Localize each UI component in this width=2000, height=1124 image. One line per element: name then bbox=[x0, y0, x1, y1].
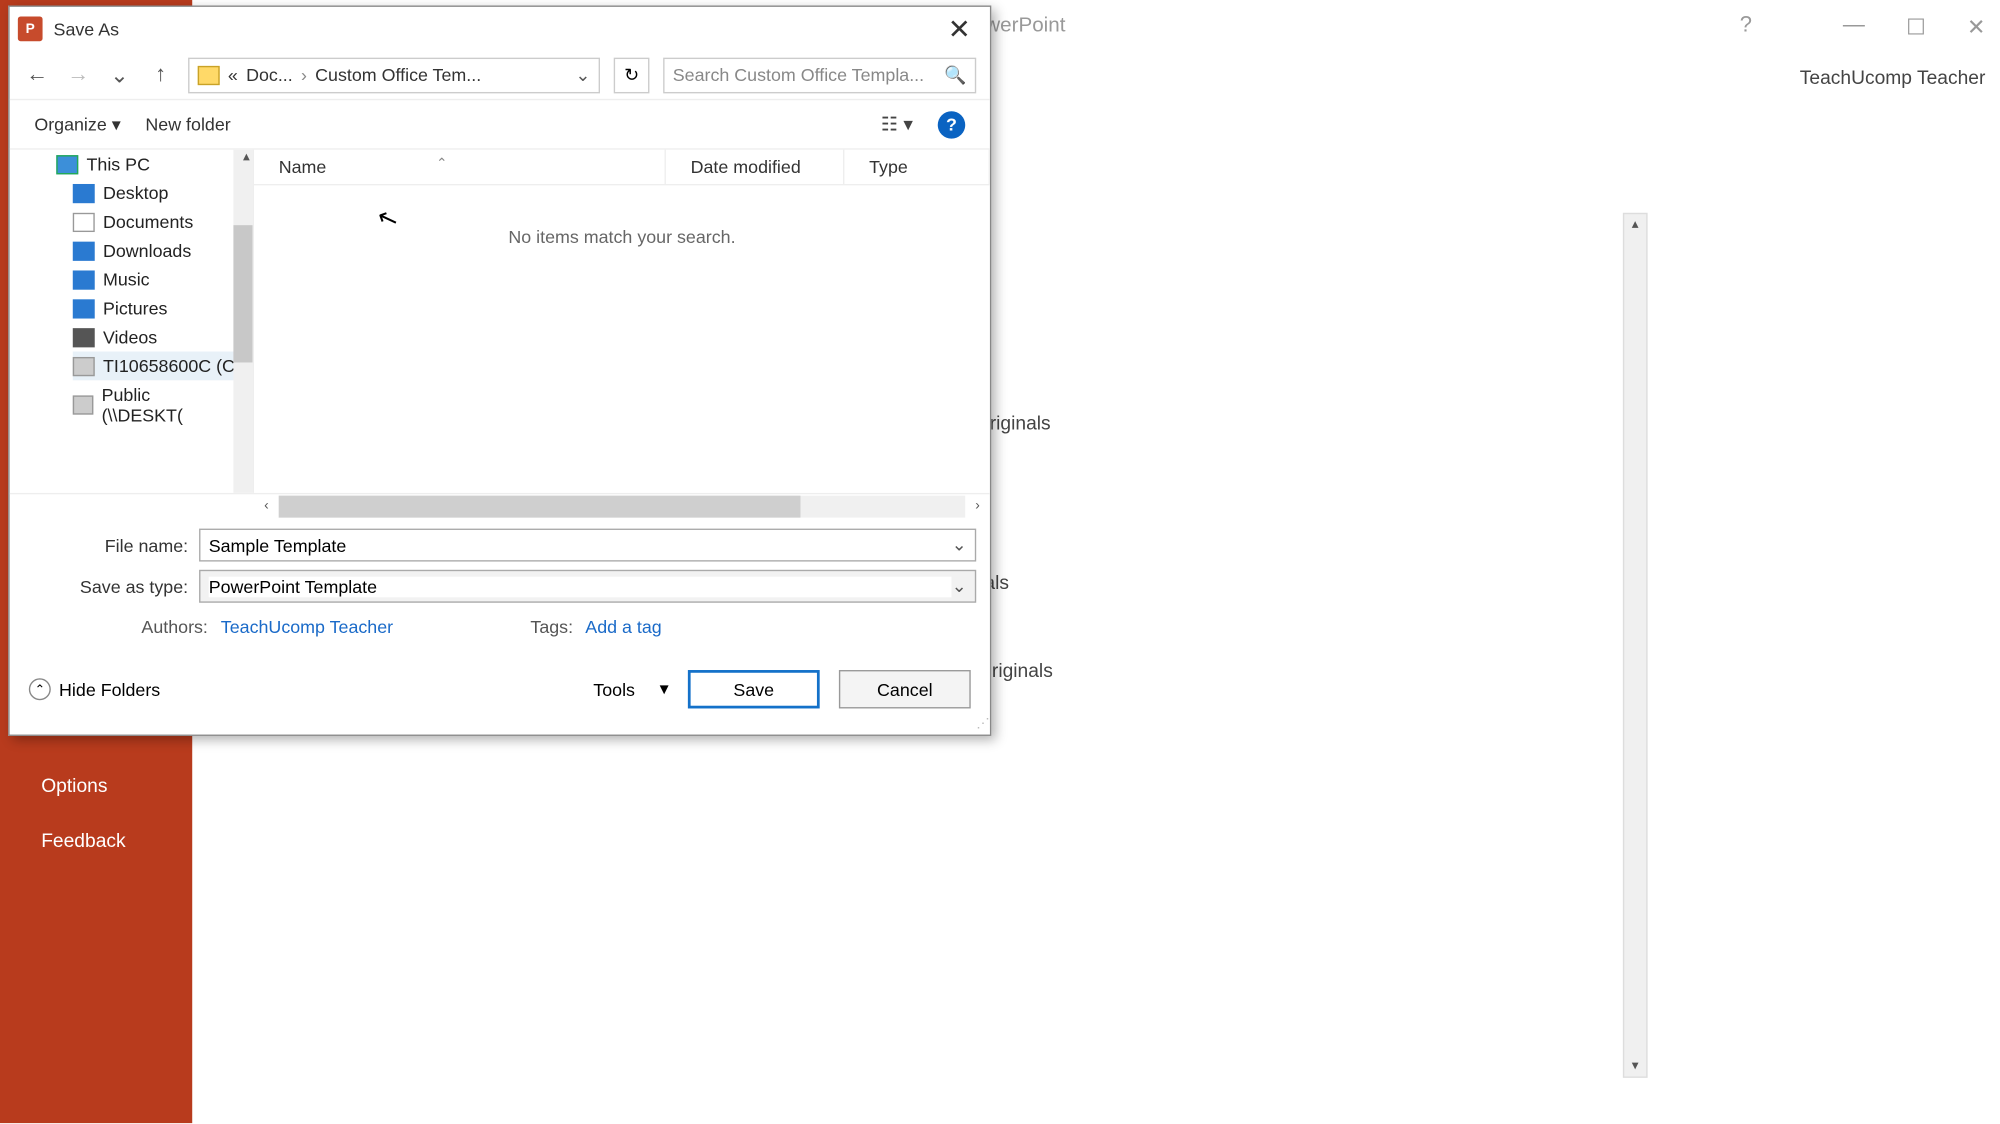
address-crumb-2[interactable]: Custom Office Tem... bbox=[315, 65, 481, 86]
tree-videos[interactable]: Videos bbox=[73, 323, 253, 352]
tools-menu[interactable]: Tools ▾ bbox=[593, 678, 668, 700]
chevron-up-icon: ⌃ bbox=[29, 678, 51, 700]
tags-value[interactable]: Add a tag bbox=[585, 616, 661, 637]
dialog-title: Save As bbox=[54, 19, 119, 40]
tree-music[interactable]: Music bbox=[73, 265, 253, 294]
folder-icon bbox=[198, 65, 220, 84]
minimize-button[interactable]: — bbox=[1843, 14, 1865, 41]
list-hscrollbar[interactable]: ‹ › bbox=[10, 493, 990, 518]
search-box[interactable]: Search Custom Office Templa... 🔍 bbox=[663, 57, 976, 93]
hide-folders-button[interactable]: ⌃ Hide Folders bbox=[29, 678, 160, 700]
maximize-button[interactable]: ☐ bbox=[1906, 14, 1926, 41]
hscroll-thumb[interactable] bbox=[279, 495, 801, 517]
savetype-select[interactable]: ⌄ bbox=[199, 570, 976, 603]
address-dropdown[interactable]: ⌄ bbox=[575, 64, 590, 86]
nav-back-button[interactable]: ← bbox=[23, 62, 50, 87]
address-bar[interactable]: « Doc... › Custom Office Tem... ⌄ bbox=[188, 57, 600, 93]
savetype-label: Save as type: bbox=[65, 576, 200, 597]
tree-drive-c[interactable]: TI10658600C (C:) bbox=[73, 351, 253, 380]
cancel-button[interactable]: Cancel bbox=[839, 670, 971, 708]
tree-scrollbar[interactable] bbox=[233, 150, 252, 493]
filename-label: File name: bbox=[65, 535, 200, 556]
nav-up-button[interactable]: ↑ bbox=[147, 62, 174, 87]
tree-downloads[interactable]: Downloads bbox=[73, 236, 253, 265]
new-folder-button[interactable]: New folder bbox=[145, 114, 230, 135]
tree-desktop[interactable]: Desktop bbox=[73, 178, 253, 207]
save-button[interactable]: Save bbox=[688, 670, 820, 708]
savetype-dropdown[interactable]: ⌄ bbox=[952, 575, 967, 597]
authors-value[interactable]: TeachUcomp Teacher bbox=[221, 616, 393, 637]
tree-documents[interactable]: Documents bbox=[73, 207, 253, 236]
folder-tree[interactable]: This PC Desktop Documents Downloads Musi… bbox=[10, 150, 254, 493]
nav-history-dropdown[interactable]: ⌄ bbox=[106, 61, 133, 88]
powerpoint-icon: P bbox=[18, 16, 43, 41]
sidebar-feedback[interactable]: Feedback bbox=[0, 813, 192, 868]
content-scrollbar[interactable]: ▴ ▾ bbox=[1623, 213, 1648, 1078]
address-crumb-1[interactable]: Doc... bbox=[246, 65, 293, 86]
file-list[interactable]: Name⌃ Date modified Type No items match … bbox=[254, 150, 990, 493]
nav-forward-button[interactable]: → bbox=[65, 62, 92, 87]
column-name[interactable]: Name⌃ bbox=[254, 150, 666, 184]
tree-scroll-up[interactable]: ▴ bbox=[243, 150, 250, 165]
hscroll-right[interactable]: › bbox=[965, 498, 990, 513]
search-icon[interactable]: 🔍 bbox=[944, 64, 966, 86]
search-placeholder: Search Custom Office Templa... bbox=[673, 65, 924, 86]
sidebar-options[interactable]: Options bbox=[0, 758, 192, 813]
resize-grip-icon[interactable]: ⋰ bbox=[976, 717, 987, 732]
filename-input[interactable]: ⌄ bbox=[199, 529, 976, 562]
tags-label: Tags: bbox=[530, 616, 573, 637]
column-date[interactable]: Date modified bbox=[666, 150, 844, 184]
view-menu[interactable]: ☷ ▾ bbox=[881, 113, 913, 136]
scroll-up-icon[interactable]: ▴ bbox=[1632, 214, 1639, 235]
empty-message: No items match your search. bbox=[254, 185, 990, 247]
authors-label: Authors: bbox=[141, 616, 207, 637]
hscroll-left[interactable]: ‹ bbox=[254, 498, 279, 513]
column-type[interactable]: Type bbox=[844, 150, 990, 184]
scroll-down-icon[interactable]: ▾ bbox=[1632, 1056, 1639, 1077]
tree-pictures[interactable]: Pictures bbox=[73, 294, 253, 323]
account-user[interactable]: TeachUcomp Teacher bbox=[1800, 66, 1986, 88]
close-dialog-button[interactable]: ✕ bbox=[937, 12, 982, 46]
filename-dropdown[interactable]: ⌄ bbox=[952, 534, 967, 556]
help-button[interactable]: ? bbox=[938, 111, 965, 138]
refresh-button[interactable]: ↻ bbox=[614, 57, 650, 93]
address-ellipsis[interactable]: « bbox=[228, 65, 238, 86]
chevron-right-icon[interactable]: › bbox=[301, 65, 307, 86]
tree-this-pc[interactable]: This PC bbox=[56, 150, 252, 179]
close-app-button[interactable]: ✕ bbox=[1967, 14, 1985, 41]
tree-public-share[interactable]: Public (\\DESKT(⌄ bbox=[73, 380, 253, 429]
help-icon[interactable]: ? bbox=[1740, 14, 1752, 39]
organize-menu[interactable]: Organize ▾ bbox=[34, 113, 120, 135]
save-as-dialog: P Save As ✕ ← → ⌄ ↑ « Doc... › Custom Of… bbox=[8, 5, 991, 735]
